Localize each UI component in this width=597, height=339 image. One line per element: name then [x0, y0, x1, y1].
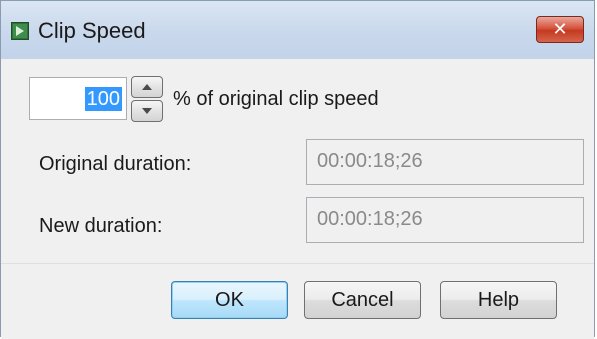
- title-bar: Clip Speed ✕: [1, 1, 594, 60]
- close-button[interactable]: ✕: [536, 16, 584, 43]
- dialog-body: 100 % of original clip speed Original du…: [1, 59, 594, 259]
- spin-up-button[interactable]: [131, 76, 163, 98]
- cancel-button[interactable]: Cancel: [304, 281, 421, 319]
- dialog-footer: OK Cancel Help: [1, 263, 594, 339]
- window-title: Clip Speed: [38, 18, 146, 43]
- speed-spinner: [131, 76, 163, 122]
- new-duration-value: 00:00:18;26: [317, 208, 423, 230]
- new-duration-field: 00:00:18;26: [306, 197, 584, 243]
- help-button[interactable]: Help: [440, 281, 557, 319]
- app-icon: [11, 22, 29, 40]
- ok-button[interactable]: OK: [171, 281, 288, 319]
- new-duration-label: New duration:: [39, 215, 163, 237]
- spin-down-button[interactable]: [131, 100, 163, 122]
- speed-percent-input[interactable]: 100: [29, 77, 127, 120]
- clip-speed-dialog: Clip Speed ✕ 100 % of original clip spee…: [0, 0, 595, 339]
- speed-percent-value: 100: [84, 87, 122, 111]
- arrow-up-icon: [142, 84, 152, 90]
- original-duration-value: 00:00:18;26: [317, 150, 423, 172]
- speed-percent-label: % of original clip speed: [173, 88, 379, 110]
- original-duration-label: Original duration:: [39, 153, 192, 175]
- original-duration-field: 00:00:18;26: [306, 139, 584, 185]
- arrow-down-icon: [142, 108, 152, 114]
- close-icon: ✕: [552, 19, 568, 40]
